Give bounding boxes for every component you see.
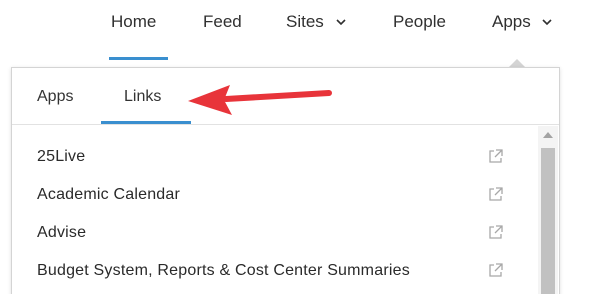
link-label: Budget System, Reports & Cost Center Sum… <box>37 262 410 279</box>
external-link-icon <box>489 225 503 239</box>
tab-links[interactable]: Links <box>124 86 161 108</box>
links-list: 25Live Academic Calendar Advise Budget S… <box>12 126 537 294</box>
nav-people-label: People <box>393 12 446 31</box>
red-arrow-icon <box>188 85 332 115</box>
chevron-down-icon <box>542 19 553 26</box>
active-tab-indicator <box>101 121 191 124</box>
external-link-icon <box>489 149 503 163</box>
nav-home-label: Home <box>111 12 157 31</box>
tab-apps[interactable]: Apps <box>37 86 73 108</box>
scroll-up-arrow-icon[interactable] <box>543 132 553 138</box>
tab-links-label: Links <box>124 88 162 105</box>
nav-sites-label: Sites <box>286 12 324 31</box>
nav-apps[interactable]: Apps <box>492 11 553 33</box>
external-link-icon <box>489 263 503 277</box>
list-item[interactable]: Academic Calendar <box>12 176 537 214</box>
link-label: 25Live <box>37 148 86 165</box>
nav-people[interactable]: People <box>393 11 446 33</box>
tab-apps-label: Apps <box>37 88 74 105</box>
external-link-icon <box>489 187 503 201</box>
nav-feed-label: Feed <box>203 12 242 31</box>
nav-apps-label: Apps <box>492 12 531 31</box>
list-item[interactable]: 25Live <box>12 138 537 176</box>
list-item[interactable]: Budget System, Reports & Cost Center Sum… <box>12 252 537 290</box>
nav-sites[interactable]: Sites <box>286 11 346 33</box>
scroll-thumb[interactable] <box>541 148 555 294</box>
active-nav-indicator <box>109 57 168 60</box>
nav-home[interactable]: Home <box>111 11 156 33</box>
link-label: Academic Calendar <box>37 186 181 203</box>
link-label: Advise <box>37 224 87 241</box>
list-item[interactable]: Advise <box>12 214 537 252</box>
nav-feed[interactable]: Feed <box>203 11 242 33</box>
top-navigation: Home Feed Sites People Apps <box>0 0 592 60</box>
links-scrollbar[interactable] <box>538 126 558 294</box>
chevron-down-icon <box>335 19 346 26</box>
